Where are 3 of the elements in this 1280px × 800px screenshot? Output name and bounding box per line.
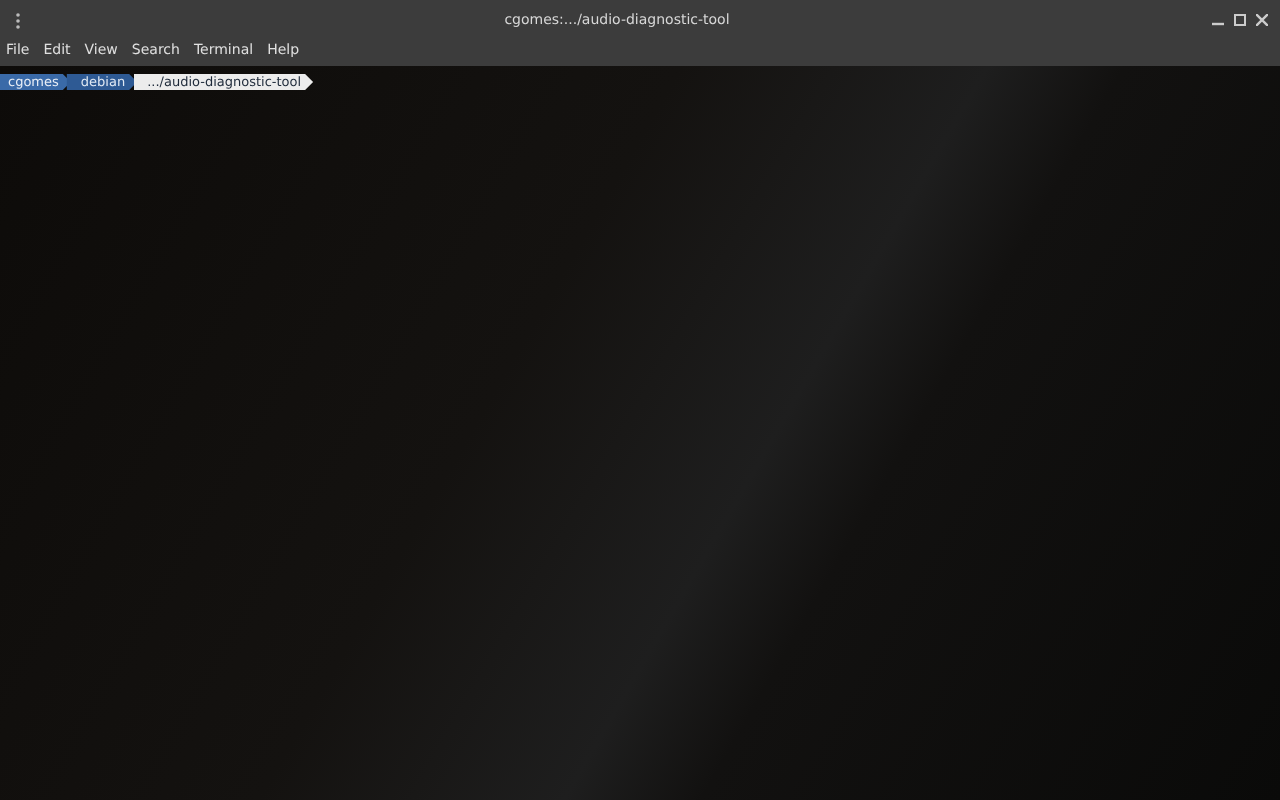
maximize-icon[interactable] xyxy=(1234,14,1246,26)
close-icon[interactable] xyxy=(1256,14,1268,26)
menu-icon[interactable] xyxy=(14,11,22,29)
